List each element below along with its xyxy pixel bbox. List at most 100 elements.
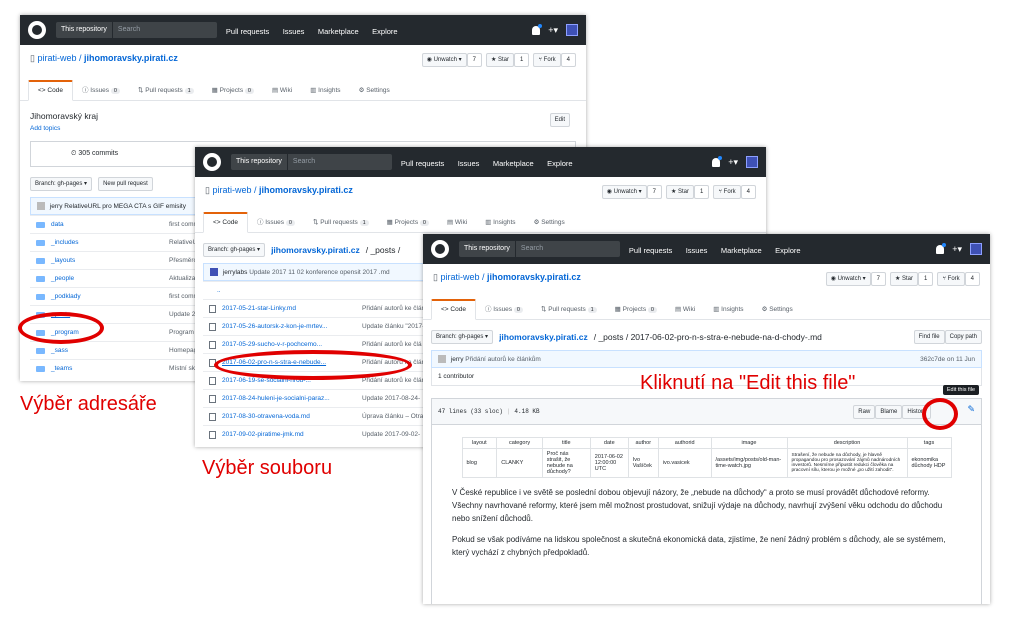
file-name[interactable]: 2017-08-24-huleni-je-socialni-paraz... <box>222 390 362 407</box>
avatar[interactable] <box>746 156 758 168</box>
tab-settings[interactable]: ⚙ Settings <box>525 218 574 232</box>
nav-marketplace[interactable]: Marketplace <box>721 246 762 255</box>
unwatch-button[interactable]: ◉ Unwatch ▾ <box>825 272 871 286</box>
star-count[interactable]: 1 <box>918 272 934 286</box>
unwatch-count[interactable]: 7 <box>466 53 482 67</box>
tab-code[interactable]: <> Code <box>28 80 73 101</box>
tab-issues[interactable]: ⓘ Issues 0 <box>248 216 304 232</box>
nav-pull-requests[interactable]: Pull requests <box>629 246 672 255</box>
plus-icon[interactable]: +▾ <box>952 244 962 255</box>
branch-select[interactable]: Branch: gh-pages ▾ <box>30 177 93 191</box>
commit-user[interactable]: jerrylabs <box>223 269 248 276</box>
fork-count[interactable]: 4 <box>560 53 576 67</box>
repo-name-link[interactable]: jihomoravsky.pirati.cz <box>487 272 581 282</box>
tab-insights[interactable]: ▥ Insights <box>301 86 349 100</box>
commit-message[interactable]: Update 2017-08-24- <box>362 390 420 407</box>
file-name[interactable]: _teams <box>51 360 169 377</box>
nav-pull-requests[interactable]: Pull requests <box>401 159 444 168</box>
pencil-icon[interactable]: ✎ <box>967 405 975 415</box>
nav-explore[interactable]: Explore <box>547 159 572 168</box>
commit-message[interactable]: Přidání autorů ke článkům <box>465 356 541 363</box>
tab-code[interactable]: <> Code <box>431 299 476 320</box>
file-name[interactable]: data <box>51 216 169 233</box>
commits-count[interactable]: ⏲ 305 commits <box>71 150 118 158</box>
raw-button[interactable]: Raw <box>853 405 876 419</box>
tab-projects[interactable]: ▦ Projects 0 <box>378 218 438 232</box>
copy-path-button[interactable]: Copy path <box>944 330 982 344</box>
file-name[interactable]: 2017-05-26-autorsk-z-kon-je-mrtev... <box>222 318 362 335</box>
nav-issues[interactable]: Issues <box>283 27 305 36</box>
find-file-button[interactable]: Find file <box>913 330 945 344</box>
commit-message[interactable]: Přidání autorů ke člán <box>362 300 425 317</box>
plus-icon[interactable]: +▾ <box>548 25 558 36</box>
file-name[interactable]: 2017-05-21-star-Linky.md <box>222 300 362 317</box>
nav-issues[interactable]: Issues <box>686 246 708 255</box>
tab-wiki[interactable]: ▤ Wiki <box>438 218 476 232</box>
repo-owner-link[interactable]: pirati-web <box>37 53 76 63</box>
commit-user[interactable]: jerry <box>451 356 464 363</box>
breadcrumb-repo[interactable]: jihomoravsky.pirati.cz <box>499 332 588 342</box>
edit-description-button[interactable]: Edit <box>549 113 570 127</box>
file-name[interactable]: _podklady <box>51 288 169 305</box>
tab-projects[interactable]: ▦ Projects 0 <box>606 305 666 319</box>
repo-name-link[interactable]: jihomoravsky.pirati.cz <box>84 53 178 63</box>
nav-issues[interactable]: Issues <box>458 159 480 168</box>
tab-insights[interactable]: ▥ Insights <box>704 305 752 319</box>
new-pull-request-button[interactable]: New pull request <box>98 177 153 191</box>
nav-marketplace[interactable]: Marketplace <box>318 27 359 36</box>
github-logo-icon[interactable] <box>431 240 449 258</box>
nav-explore[interactable]: Explore <box>775 246 800 255</box>
breadcrumb-repo[interactable]: jihomoravsky.pirati.cz <box>271 245 360 255</box>
add-topics-link[interactable]: Add topics <box>30 125 576 132</box>
tab-issues[interactable]: ⓘ Issues 0 <box>73 84 129 100</box>
tab-pull-requests[interactable]: ⇅ Pull requests 1 <box>532 305 606 319</box>
file-name[interactable]: _people <box>51 270 169 287</box>
star-count[interactable]: 1 <box>694 185 710 199</box>
fork-count[interactable]: 4 <box>964 272 980 286</box>
repo-owner-link[interactable]: pirati-web <box>212 185 251 195</box>
bell-icon[interactable] <box>936 242 947 254</box>
nav-pull-requests[interactable]: Pull requests <box>226 27 269 36</box>
commit-message[interactable]: Úprava článku – Otrav <box>362 408 427 425</box>
tab-issues[interactable]: ⓘ Issues 0 <box>476 303 532 319</box>
tab-wiki[interactable]: ▤ Wiki <box>666 305 704 319</box>
repo-name-link[interactable]: jihomoravsky.pirati.cz <box>259 185 353 195</box>
branch-select[interactable]: Branch: gh-pages ▾ <box>203 243 266 257</box>
file-name[interactable]: 2017-09-02-piratime-jmk.md <box>222 426 362 443</box>
tab-wiki[interactable]: ▤ Wiki <box>263 86 301 100</box>
parent-dir[interactable]: .. <box>217 282 221 299</box>
star-button[interactable]: ★ Star <box>485 53 515 67</box>
file-name[interactable]: _sass <box>51 342 169 359</box>
search-input[interactable]: Search <box>286 154 392 170</box>
nav-explore[interactable]: Explore <box>372 27 397 36</box>
avatar[interactable] <box>970 243 982 255</box>
plus-icon[interactable]: +▾ <box>728 157 738 168</box>
fork-count[interactable]: 4 <box>740 185 756 199</box>
tab-pull-requests[interactable]: ⇅ Pull requests 1 <box>129 86 203 100</box>
tab-settings[interactable]: ⚙ Settings <box>350 86 399 100</box>
commit-message[interactable]: Update článku "2017- <box>362 318 424 335</box>
bell-icon[interactable] <box>532 23 543 35</box>
star-button[interactable]: ★ Star <box>889 272 919 286</box>
unwatch-count[interactable]: 7 <box>646 185 662 199</box>
commit-meta[interactable]: 362c7de on 11 Jun <box>920 351 975 369</box>
tab-code[interactable]: <> Code <box>203 212 248 233</box>
star-count[interactable]: 1 <box>514 53 530 67</box>
tab-projects[interactable]: ▦ Projects 0 <box>203 86 263 100</box>
github-logo-icon[interactable] <box>28 21 46 39</box>
tab-pull-requests[interactable]: ⇅ Pull requests 1 <box>304 218 378 232</box>
search-input[interactable]: Search <box>111 22 217 38</box>
repo-owner-link[interactable]: pirati-web <box>440 272 479 282</box>
github-logo-icon[interactable] <box>203 153 221 171</box>
file-name[interactable]: _layouts <box>51 252 169 269</box>
avatar[interactable] <box>566 24 578 36</box>
star-button[interactable]: ★ Star <box>665 185 695 199</box>
unwatch-button[interactable]: ◉ Unwatch ▾ <box>421 53 467 67</box>
commit-message[interactable]: Přidání autorů ke člá <box>362 336 422 353</box>
file-name[interactable]: _includes <box>51 234 169 251</box>
contributors-count[interactable]: 1 contributor <box>438 373 474 380</box>
branch-select[interactable]: Branch: gh-pages ▾ <box>431 330 494 344</box>
search-input[interactable]: Search <box>514 241 620 257</box>
nav-marketplace[interactable]: Marketplace <box>493 159 534 168</box>
unwatch-count[interactable]: 7 <box>870 272 886 286</box>
